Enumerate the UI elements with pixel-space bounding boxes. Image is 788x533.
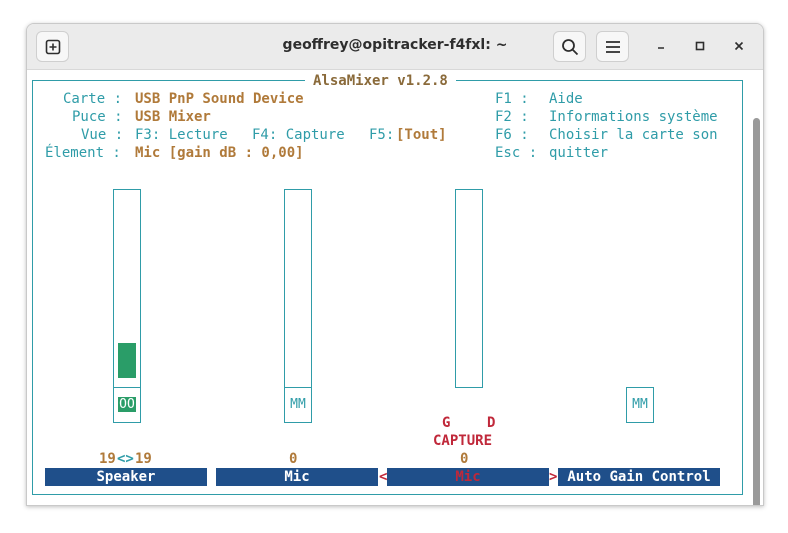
mic-capture-label[interactable]: Mic xyxy=(387,468,549,486)
speaker-mute-toggle[interactable]: OO xyxy=(113,387,141,423)
auto-gain-toggle[interactable]: MM xyxy=(626,387,654,423)
minimize-button[interactable] xyxy=(650,35,672,57)
mic-capture-value: 0 xyxy=(460,451,469,467)
hamburger-menu-icon xyxy=(605,40,620,53)
help-esc-key: Esc : xyxy=(495,145,538,161)
selection-right-marker: > xyxy=(549,469,558,485)
speaker-value-right: 19 xyxy=(135,451,152,467)
speaker-value-arrow: <> xyxy=(117,451,134,467)
view-f5-key[interactable]: F5: xyxy=(369,126,394,144)
alsamixer-title: AlsaMixer v1.2.8 xyxy=(305,72,456,90)
speaker-volume-bar[interactable] xyxy=(113,189,141,388)
mic-playback-mute-toggle[interactable]: MM xyxy=(284,387,312,423)
element-label: Élement : xyxy=(45,145,121,161)
help-f2-value: Informations système xyxy=(549,109,718,125)
maximize-icon xyxy=(695,41,705,51)
maximize-button[interactable] xyxy=(689,35,711,57)
help-f1-value: Aide xyxy=(549,91,583,107)
speaker-value-left: 19 xyxy=(99,451,116,467)
mic-playback-volume-bar[interactable] xyxy=(284,189,312,388)
speaker-volume-fill xyxy=(118,343,136,378)
search-icon xyxy=(561,38,578,55)
mic-playback-label[interactable]: Mic xyxy=(216,468,378,486)
view-f5-value: [Tout] xyxy=(396,127,447,143)
chip-value: USB Mixer xyxy=(135,109,211,125)
speaker-mute-state: OO xyxy=(118,397,136,412)
help-f1-key: F1 : xyxy=(495,91,529,107)
view-f4[interactable]: F4: Capture xyxy=(252,126,345,144)
search-button[interactable] xyxy=(553,31,586,62)
mic-capture-left-flag: G xyxy=(442,415,451,431)
help-esc-value: quitter xyxy=(549,145,609,161)
scrollbar-thumb[interactable] xyxy=(753,118,760,505)
help-f2-key: F2 : xyxy=(495,109,529,125)
menu-button[interactable] xyxy=(596,31,629,62)
title-bar: geoffrey@opitracker-f4fxl: ~ xyxy=(27,24,763,70)
speaker-label[interactable]: Speaker xyxy=(45,468,207,486)
element-value: Mic [gain dB : 0,00] xyxy=(135,145,304,161)
chip-label: Puce : xyxy=(72,109,123,125)
terminal-area[interactable]: AlsaMixer v1.2.8 Carte : USB PnP Sound D… xyxy=(27,70,763,505)
auto-gain-label[interactable]: Auto Gain Control xyxy=(558,468,720,486)
card-value: USB PnP Sound Device xyxy=(135,91,304,107)
minimize-icon xyxy=(658,47,664,49)
view-f3[interactable]: F3: Lecture xyxy=(135,126,228,144)
mic-capture-right-flag: D xyxy=(487,415,496,431)
mic-capture-label-flag[interactable]: CAPTURE xyxy=(433,432,492,450)
card-label: Carte : xyxy=(63,91,123,107)
mic-playback-value: 0 xyxy=(289,451,298,467)
close-button[interactable] xyxy=(728,35,750,57)
view-label: Vue : xyxy=(81,127,124,143)
help-f6-key: F6 : xyxy=(495,127,529,143)
mic-capture-volume-bar[interactable] xyxy=(455,189,483,388)
terminal-window: geoffrey@opitracker-f4fxl: ~ AlsaMixer v… xyxy=(26,23,764,506)
help-f6-value: Choisir la carte son xyxy=(549,127,718,143)
close-icon xyxy=(734,41,744,51)
